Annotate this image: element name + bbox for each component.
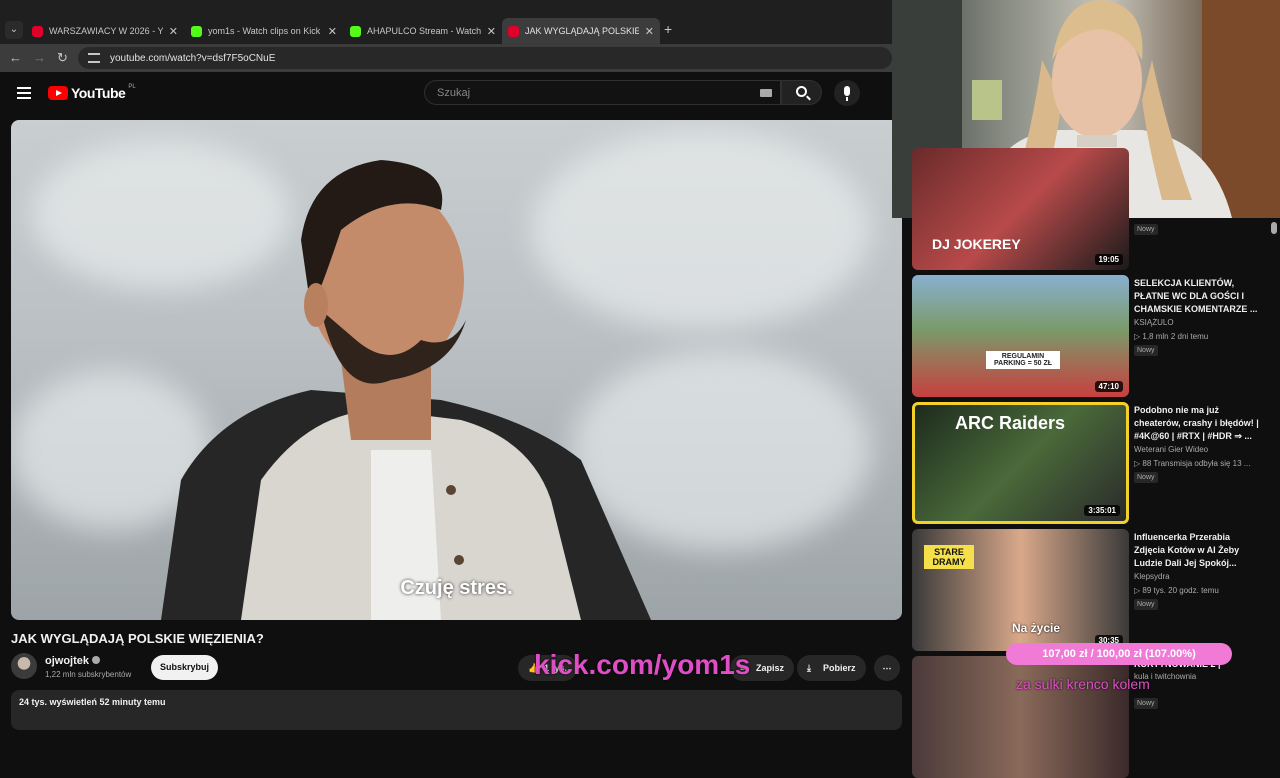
tab-search-dropdown-icon[interactable]: ⌄ [5, 21, 23, 39]
download-icon: ⤓ [807, 663, 811, 673]
video-frame-person [161, 160, 651, 620]
recommendation-channel[interactable]: Weterani Gier Wideo [1134, 445, 1208, 454]
close-tab-icon[interactable]: ✕ [169, 25, 178, 38]
kick-icon [191, 25, 202, 37]
close-tab-icon[interactable]: ✕ [645, 25, 654, 38]
tab-title: AHAPULCO Stream - Watch Live [367, 26, 481, 36]
close-tab-icon[interactable]: ✕ [328, 25, 337, 38]
menu-icon[interactable] [17, 87, 31, 99]
donation-goal-bar: 107,00 zł / 100,00 zł (107.00%) [1006, 643, 1232, 665]
video-thumbnail[interactable]: ARC Raiders 3:35:01 [912, 402, 1129, 524]
country-code: PL [128, 84, 136, 90]
browser-tab[interactable]: yom1s - Watch clips on Kick ✕ [185, 18, 343, 44]
kick-icon [350, 25, 361, 37]
download-label: Pobierz [823, 663, 856, 673]
views-and-date: 24 tys. wyświetleń 52 minuty temu [19, 697, 166, 707]
video-duration: 3:35:01 [1084, 505, 1120, 516]
subscribe-button[interactable]: Subskrybuj [151, 655, 218, 680]
video-title: JAK WYGLĄDAJĄ POLSKIE WIĘZIENIA? [11, 631, 264, 646]
new-badge: Nowy [1134, 472, 1158, 483]
channel-name: ojwojtek [45, 655, 90, 667]
donation-goal-caption: za sulki krenco kolem [1016, 676, 1150, 692]
youtube-icon [508, 25, 519, 37]
keyboard-icon[interactable] [760, 89, 772, 97]
browser-tab-active[interactable]: JAK WYGLĄDAJĄ POLSKIE WIĘZIENIA ✕ [502, 18, 660, 44]
recommendation-item[interactable]: DJ JOKEREY 19:05 Nowy [912, 148, 1272, 270]
subscriber-count: 1,22 mln subskrybentów [45, 670, 132, 679]
voice-search-icon[interactable] [834, 80, 860, 106]
tab-title: yom1s - Watch clips on Kick [208, 26, 321, 36]
download-button[interactable]: ⤓ Pobierz [797, 655, 866, 681]
logo-wordmark: YouTube [71, 85, 126, 101]
url-text: youtube.com/watch?v=dsf7F5oCNuE [110, 52, 276, 64]
browser-tab[interactable]: AHAPULCO Stream - Watch Live ✕ [344, 18, 502, 44]
recommendation-meta: ▷ 1,8 mln 2 dni temu [1134, 332, 1209, 341]
video-subtitle: Czuję stres. [400, 577, 513, 599]
tab-title: WARSZAWIACY W 2026 - YouTube [49, 26, 163, 36]
youtube-logo[interactable]: YouTube PL [48, 84, 136, 101]
youtube-play-icon [48, 86, 68, 100]
kick-watermark: kick.com/yom1s [534, 649, 751, 680]
close-tab-icon[interactable]: ✕ [487, 25, 496, 38]
youtube-icon [32, 25, 43, 37]
new-badge: Nowy [1134, 698, 1158, 709]
video-thumbnail[interactable] [912, 656, 1129, 778]
new-badge: Nowy [1134, 224, 1158, 235]
recommendation-title[interactable]: Influencerka Przerabia Zdjęcia Kotów w A… [1134, 531, 1260, 570]
new-tab-icon[interactable]: + [664, 21, 672, 37]
recommendation-item[interactable]: STARE DRAMY Na życie 30:35 Influencerka … [912, 529, 1272, 651]
recommendation-channel[interactable]: KSIĄŻULO [1134, 318, 1174, 327]
video-duration: 47:10 [1094, 381, 1123, 392]
forward-icon[interactable]: → [33, 50, 46, 65]
browser-tab[interactable]: WARSZAWIACY W 2026 - YouTube ✕ [26, 18, 184, 44]
search-input[interactable] [435, 86, 735, 100]
back-icon[interactable]: ← [9, 50, 22, 65]
search-icon [796, 86, 807, 97]
more-icon: ⋯ [882, 662, 892, 673]
site-info-icon[interactable] [88, 53, 100, 63]
thumbnail-text: DJ JOKEREY [932, 236, 1021, 252]
reload-icon[interactable]: ↻ [57, 50, 68, 66]
thumbnail-overlay-text: Na życie [1012, 621, 1061, 635]
recommendation-item[interactable]: REGULAMIN PARKING = 50 ZŁ 47:10 SELEKCJA… [912, 275, 1272, 397]
search-button[interactable] [781, 80, 822, 105]
recommendation-item[interactable]: KURTYNOWANIE 2 | kula i twitchownia Nowy [912, 656, 1272, 778]
new-badge: Nowy [1134, 599, 1158, 610]
recommendation-title[interactable]: Podobno nie ma już cheaterów, crashy i b… [1134, 404, 1260, 443]
recommendation-meta: ▷ 89 tys. 20 godz. temu [1134, 586, 1219, 595]
description-box[interactable]: 24 tys. wyświetleń 52 minuty temu [11, 690, 902, 730]
thumbnail-text: ARC Raiders [955, 413, 1066, 433]
recommendation-channel[interactable]: Klepsydra [1134, 572, 1170, 581]
channel-avatar[interactable] [11, 653, 37, 679]
save-label: Zapisz [756, 663, 785, 673]
thumbnail-text: REGULAMIN PARKING = 50 ZŁ [986, 351, 1060, 369]
tab-title: JAK WYGLĄDAJĄ POLSKIE WIĘZIENIA [525, 26, 639, 36]
video-thumbnail[interactable]: REGULAMIN PARKING = 50 ZŁ 47:10 [912, 275, 1129, 397]
verified-icon [92, 656, 101, 664]
youtube-masthead: YouTube PL [0, 72, 892, 116]
address-bar[interactable]: youtube.com/watch?v=dsf7F5oCNuE [78, 47, 892, 69]
search-box[interactable] [424, 80, 781, 105]
video-duration: 19:05 [1094, 254, 1123, 265]
channel-name-link[interactable]: ojwojtek [45, 655, 101, 667]
thumbnail-text: STARE DRAMY [924, 545, 974, 569]
recommendation-title[interactable]: SELEKCJA KLIENTÓW, PŁATNE WC DLA GOŚCI I… [1134, 277, 1260, 316]
video-player[interactable]: Czuję stres. [11, 120, 902, 620]
new-badge: Nowy [1134, 345, 1158, 356]
browser-tab-strip: ⌄ WARSZAWIACY W 2026 - YouTube ✕ yom1s -… [0, 0, 892, 44]
recommendation-meta: ▷ 88 Transmisja odbyła się 13 ... [1134, 459, 1251, 468]
browser-toolbar: ← → ↻ youtube.com/watch?v=dsf7F5oCNuE [0, 44, 892, 72]
video-thumbnail[interactable]: STARE DRAMY Na życie 30:35 [912, 529, 1129, 651]
video-thumbnail[interactable]: DJ JOKEREY 19:05 [912, 148, 1129, 270]
recommendation-item[interactable]: ARC Raiders 3:35:01 Podobno nie ma już c… [912, 402, 1272, 524]
